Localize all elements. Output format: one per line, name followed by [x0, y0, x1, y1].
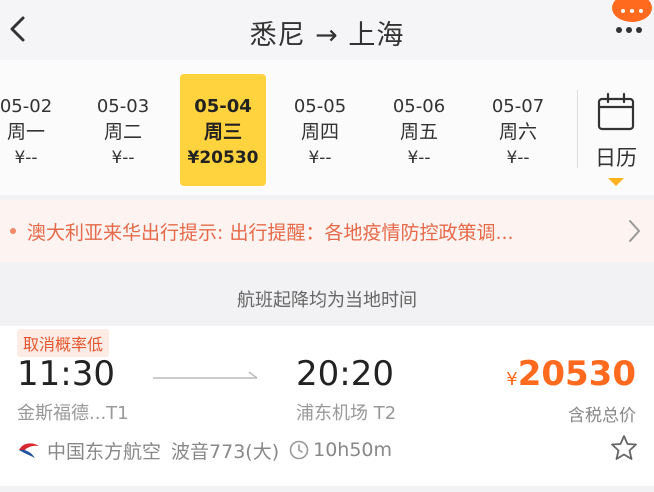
flight-duration: 10h50m [313, 439, 393, 461]
travel-notice-bar[interactable]: 澳大利亚来华出行提示: 出行提醒：各地疫情防控政策调... [0, 200, 654, 262]
airline-name: 中国东方航空 [47, 440, 162, 463]
flight-card[interactable]: 取消概率低 11:30 20:20 ¥20530 金斯福德...T1 浦东机场 … [0, 326, 654, 486]
airline-logo-icon [19, 443, 39, 458]
price-note: 含税总价 [568, 406, 636, 426]
notice-text: 澳大利亚来华出行提示: 出行提醒：各地疫情防控政策调... [27, 222, 514, 244]
date-cell-selected[interactable]: 05-04 周三 ¥20530 [180, 74, 266, 186]
header: 悉尼 → 上海 [0, 0, 654, 60]
date-label: 05-03 [96, 96, 150, 117]
weekday-label: 周三 [203, 121, 242, 143]
date-label: 05-06 [392, 96, 446, 117]
date-price: ¥20530 [187, 148, 259, 168]
date-price: ¥-- [506, 148, 530, 168]
date-price: ¥-- [407, 148, 431, 168]
date-cell[interactable]: 05-02 周一 ¥-- [0, 74, 69, 186]
weekday-label: 周五 [399, 121, 438, 143]
calendar-label: 日历 [595, 146, 637, 170]
date-label: 05-05 [293, 96, 347, 117]
date-selector: 05-02 周一 ¥-- 05-03 周二 ¥-- 05-04 周三 ¥2053… [0, 60, 654, 195]
timezone-note: 航班起降均为当地时间 [237, 290, 417, 311]
date-label: 05-02 [0, 96, 53, 117]
date-cell[interactable]: 05-05 周四 ¥-- [277, 74, 363, 186]
price-amount: 20530 [517, 354, 636, 394]
date-price: ¥-- [308, 148, 332, 168]
date-cell[interactable]: 05-03 周二 ¥-- [80, 74, 166, 186]
calendar-button[interactable]: 日历 [578, 84, 654, 186]
weekday-label: 周六 [498, 121, 537, 143]
date-price: ¥-- [14, 148, 38, 168]
date-label: 05-07 [491, 96, 545, 117]
dropdown-triangle-icon [608, 178, 624, 186]
weekday-label: 周二 [103, 121, 142, 143]
arrival-time: 20:20 [296, 354, 394, 394]
route-title: 悉尼 → 上海 [249, 20, 405, 51]
status-badge: 取消概率低 [17, 329, 110, 357]
departure-time: 11:30 [17, 354, 115, 394]
calendar-icon [597, 92, 635, 131]
flight-arrow-icon [153, 371, 258, 379]
arrival-airport: 浦东机场 T2 [296, 403, 397, 424]
flight-info-row: 中国东方航空 波音773(大) 10h50m [17, 437, 392, 463]
date-cell[interactable]: 05-07 周六 ¥-- [475, 74, 561, 186]
favorite-star-icon[interactable] [610, 434, 638, 462]
more-menu-icon[interactable] [610, 0, 654, 38]
weekday-label: 周四 [300, 121, 339, 143]
departure-airport: 金斯福德...T1 [17, 403, 129, 424]
flight-price: ¥20530 [506, 354, 636, 394]
date-price: ¥-- [111, 148, 135, 168]
aircraft-type: 波音773(大) [171, 440, 280, 463]
currency-symbol: ¥ [506, 369, 518, 390]
clock-icon [289, 440, 309, 460]
weekday-label: 周一 [6, 121, 45, 143]
chevron-right-icon [629, 220, 640, 242]
date-cell[interactable]: 05-06 周五 ¥-- [376, 74, 462, 186]
bullet-dot [10, 228, 16, 234]
date-label: 05-04 [194, 96, 252, 117]
